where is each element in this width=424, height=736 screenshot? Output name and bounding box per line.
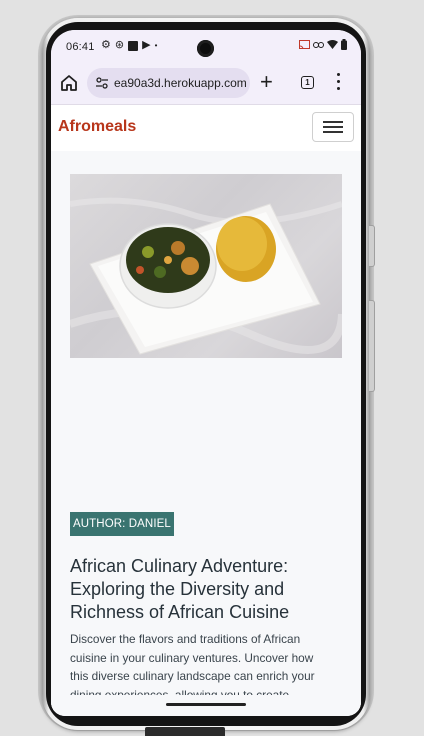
hamburger-line	[323, 131, 343, 133]
battery-icon	[341, 39, 347, 50]
site-navbar: Afromeals	[51, 105, 361, 151]
power-button	[369, 300, 375, 392]
address-bar[interactable]: ea90a3d.herokuapp.com	[87, 68, 250, 98]
gesture-area	[51, 695, 361, 716]
nav-toggle-button[interactable]	[312, 112, 354, 142]
site-settings-icon[interactable]	[95, 76, 109, 90]
hamburger-icon	[323, 121, 343, 123]
tab-switcher-button[interactable]: 1	[301, 76, 314, 89]
device-bottom	[145, 727, 225, 736]
sync-icon: ⊛	[114, 39, 125, 51]
dot-icon: •	[154, 41, 158, 50]
stop-icon	[128, 40, 139, 51]
settings-icon: ⚙	[101, 39, 111, 51]
status-bar: 06:41 ⚙ ⊛ ▶ •	[51, 30, 361, 64]
url-text[interactable]: ea90a3d.herokuapp.com	[114, 76, 247, 90]
hamburger-line	[323, 126, 343, 128]
food-photo-icon	[70, 197, 342, 355]
post-title[interactable]: African Culinary Adventure: Exploring th…	[70, 555, 340, 624]
home-icon[interactable]	[59, 73, 79, 93]
browser-toolbar: ea90a3d.herokuapp.com + 1	[51, 64, 361, 105]
wifi-icon	[327, 40, 338, 49]
brand-logo[interactable]: Afromeals	[58, 118, 136, 136]
volume-button	[369, 225, 375, 267]
screen: 06:41 ⚙ ⊛ ▶ • ea90a3d.herokuapp.com + 1 …	[51, 30, 361, 716]
status-right-icons	[299, 39, 347, 50]
author-badge[interactable]: AUTHOR: DANIEL	[70, 512, 174, 536]
more-menu-icon[interactable]	[337, 73, 341, 93]
status-time: 06:41	[66, 41, 95, 53]
web-content: Afromeals AUTHOR: DANIEL African Culinar…	[51, 105, 361, 716]
post-excerpt: Discover the flavors and traditions of A…	[70, 632, 315, 702]
cast-icon	[299, 39, 310, 49]
play-icon: ▶	[142, 39, 151, 51]
home-gesture-bar[interactable]	[166, 703, 246, 706]
link-icon	[313, 41, 324, 48]
status-left-icons: ⚙ ⊛ ▶ •	[101, 39, 157, 52]
new-tab-icon[interactable]: +	[260, 71, 273, 93]
front-camera	[197, 40, 214, 57]
post-image[interactable]	[70, 174, 342, 358]
